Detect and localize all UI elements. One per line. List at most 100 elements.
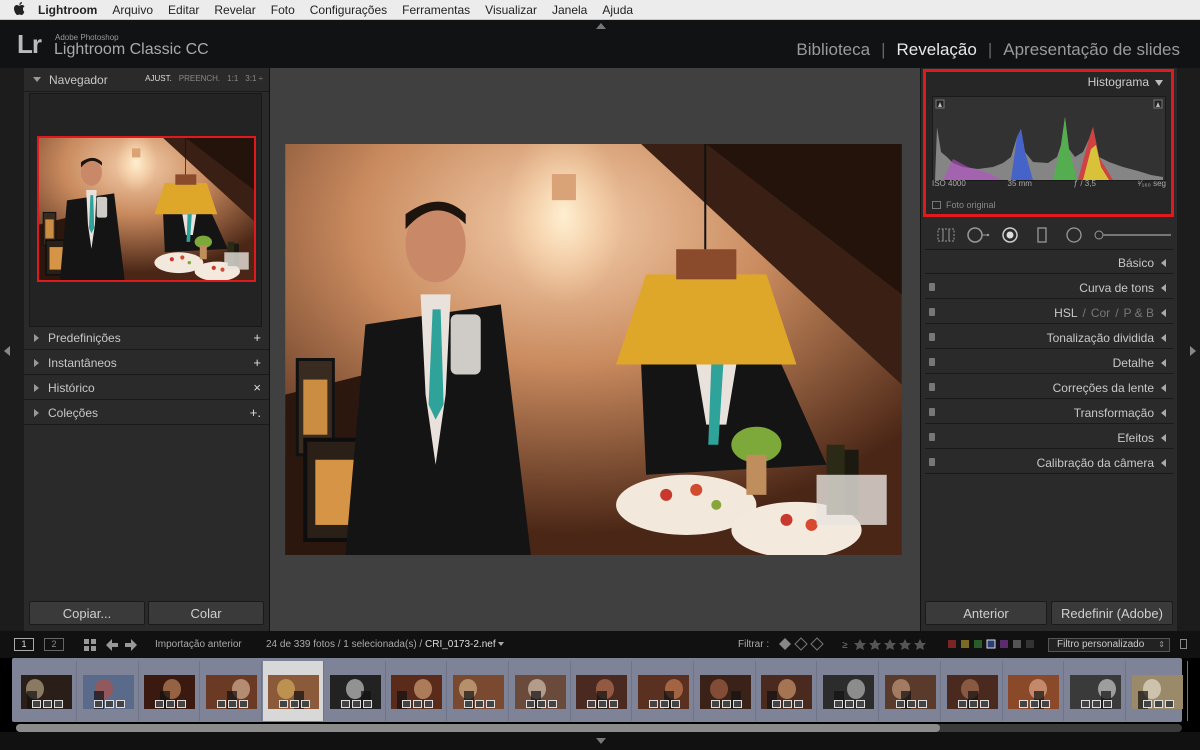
filmstrip-thumbnail[interactable] xyxy=(1065,661,1126,721)
reset-button[interactable]: Redefinir (Adobe) xyxy=(1051,601,1173,625)
collapse-left-icon[interactable] xyxy=(4,346,10,356)
radial-filter-icon[interactable] xyxy=(1061,225,1087,245)
main-photo[interactable] xyxy=(285,144,902,555)
filmstrip-thumbnail[interactable] xyxy=(325,661,386,721)
collapse-bottom-icon[interactable] xyxy=(596,738,606,744)
section-historico[interactable]: Histórico × xyxy=(24,376,269,400)
collapse-top-icon[interactable] xyxy=(596,23,606,29)
filmstrip-thumbnail[interactable] xyxy=(262,661,324,721)
filter-preset-select[interactable]: Filtro personalizado ⇕ xyxy=(1048,638,1170,652)
hsl-cor-tab[interactable]: Cor xyxy=(1091,306,1110,320)
navigator-header[interactable]: Navegador AJUST. PREENCH. 1:1 3:1 ÷ xyxy=(24,68,269,92)
panel-toggle-switch[interactable] xyxy=(929,458,935,466)
filmstrip-thumbnail[interactable] xyxy=(139,661,201,721)
grid-view-icon[interactable] xyxy=(84,639,96,654)
section-calibracao-camera[interactable]: Calibração da câmera xyxy=(925,452,1174,474)
module-apresentacao[interactable]: Apresentação de slides xyxy=(1003,40,1180,60)
primary-window-button[interactable]: 1 xyxy=(14,638,34,651)
navigator-thumbnail[interactable] xyxy=(37,136,256,282)
forward-arrow-icon[interactable] xyxy=(125,639,137,654)
filmstrip-thumbnail[interactable] xyxy=(571,661,633,721)
panel-toggle-switch[interactable] xyxy=(929,283,935,291)
panel-toggle-switch[interactable] xyxy=(929,408,935,416)
panel-toggle-switch[interactable] xyxy=(929,433,935,441)
section-tonalizacao-dividida[interactable]: Tonalização dividida xyxy=(925,327,1174,349)
filmstrip-thumbnail[interactable] xyxy=(818,661,880,721)
zoom-3-1[interactable]: 3:1 ÷ xyxy=(245,74,263,83)
section-detalhe[interactable]: Detalhe xyxy=(925,352,1174,374)
back-arrow-icon[interactable] xyxy=(106,639,118,654)
zoom-fill[interactable]: PREENCH. xyxy=(179,74,220,83)
menu-ferramentas[interactable]: Ferramentas xyxy=(402,3,470,17)
section-correcoes-lente[interactable]: Correções da lente xyxy=(925,377,1174,399)
rating-filter-icon[interactable]: ≥ xyxy=(842,637,934,654)
secondary-window-button[interactable]: 2 xyxy=(44,638,64,651)
filmstrip-thumbnail[interactable] xyxy=(448,661,509,721)
histogram-header[interactable]: Histograma xyxy=(1088,75,1163,89)
menu-visualizar[interactable]: Visualizar xyxy=(485,3,537,17)
filmstrip-thumbnail[interactable] xyxy=(756,661,818,721)
menu-configuracoes[interactable]: Configurações xyxy=(310,3,387,17)
filmstrip-thumbnail[interactable] xyxy=(1127,661,1188,721)
menu-ajuda[interactable]: Ajuda xyxy=(602,3,633,17)
section-basico[interactable]: Básico xyxy=(925,252,1174,274)
filename-dropdown-icon[interactable] xyxy=(498,642,504,646)
filmstrip-thumbnail[interactable] xyxy=(880,661,941,721)
filmstrip-thumbnail[interactable] xyxy=(695,661,756,721)
add-collection-icon[interactable]: +. xyxy=(250,405,261,420)
section-hsl[interactable]: HSL / Cor / P & B xyxy=(925,302,1174,324)
spot-removal-icon[interactable] xyxy=(965,225,991,245)
section-efeitos[interactable]: Efeitos xyxy=(925,427,1174,449)
zoom-1-1[interactable]: 1:1 xyxy=(227,74,238,83)
apple-icon[interactable] xyxy=(0,1,38,18)
color-label-filter-icon[interactable] xyxy=(948,639,1034,652)
panel-toggle-switch[interactable] xyxy=(929,383,935,391)
panel-toggle-switch[interactable] xyxy=(929,308,935,316)
module-revelacao[interactable]: Revelação xyxy=(897,40,977,60)
filmstrip-scrollbar[interactable] xyxy=(16,724,1182,732)
menu-editar[interactable]: Editar xyxy=(168,3,199,17)
red-eye-icon[interactable] xyxy=(997,225,1023,245)
filmstrip-thumbnail[interactable] xyxy=(201,661,263,721)
menu-janela[interactable]: Janela xyxy=(552,3,587,17)
panel-toggle-switch[interactable] xyxy=(929,358,935,366)
filename[interactable]: CRI_0173-2.nef xyxy=(425,639,496,650)
filmstrip-thumbnail[interactable] xyxy=(633,661,694,721)
adjustment-brush-slider[interactable] xyxy=(1093,225,1173,245)
hsl-pb-tab[interactable]: P & B xyxy=(1124,306,1154,320)
filmstrip-thumbnail[interactable] xyxy=(1003,661,1065,721)
section-predefinicoes[interactable]: Predefinições + xyxy=(24,326,269,350)
crop-tool-icon[interactable] xyxy=(933,225,959,245)
copy-button[interactable]: Copiar... xyxy=(29,601,145,625)
filmstrip-thumbnail[interactable] xyxy=(510,661,571,721)
previous-button[interactable]: Anterior xyxy=(925,601,1047,625)
scrollbar-thumb[interactable] xyxy=(16,724,940,732)
paste-button[interactable]: Colar xyxy=(148,601,264,625)
filmstrip-thumbnail[interactable] xyxy=(386,661,448,721)
menu-revelar[interactable]: Revelar xyxy=(214,3,255,17)
add-preset-icon[interactable]: + xyxy=(253,330,261,345)
module-biblioteca[interactable]: Biblioteca xyxy=(796,40,870,60)
panel-toggle-switch[interactable] xyxy=(929,333,935,341)
section-colecoes[interactable]: Coleções +. xyxy=(24,401,269,425)
menu-foto[interactable]: Foto xyxy=(271,3,295,17)
filmstrip-thumbnail[interactable] xyxy=(16,661,77,721)
section-transformacao[interactable]: Transformação xyxy=(925,402,1174,424)
menu-arquivo[interactable]: Arquivo xyxy=(112,3,153,17)
source-label[interactable]: Importação anterior xyxy=(155,639,242,650)
flag-filter-icon[interactable] xyxy=(778,637,828,654)
section-curva-de-tons[interactable]: Curva de tons xyxy=(925,277,1174,299)
add-snapshot-icon[interactable]: + xyxy=(253,355,261,370)
original-photo-toggle[interactable]: Foto original xyxy=(932,200,996,210)
collapse-right-icon[interactable] xyxy=(1190,346,1196,356)
clear-history-icon[interactable]: × xyxy=(253,380,261,395)
section-instantaneos[interactable]: Instantâneos + xyxy=(24,351,269,375)
checkbox-icon[interactable] xyxy=(932,201,941,209)
filmstrip-thumbnail[interactable] xyxy=(942,661,1003,721)
filter-lock-icon[interactable] xyxy=(1180,639,1187,649)
zoom-fit[interactable]: AJUST. xyxy=(145,74,172,83)
graduated-filter-icon[interactable] xyxy=(1029,225,1055,245)
menu-app[interactable]: Lightroom xyxy=(38,3,97,17)
histogram-graph[interactable] xyxy=(932,96,1166,181)
filmstrip-thumbnail[interactable] xyxy=(78,661,139,721)
